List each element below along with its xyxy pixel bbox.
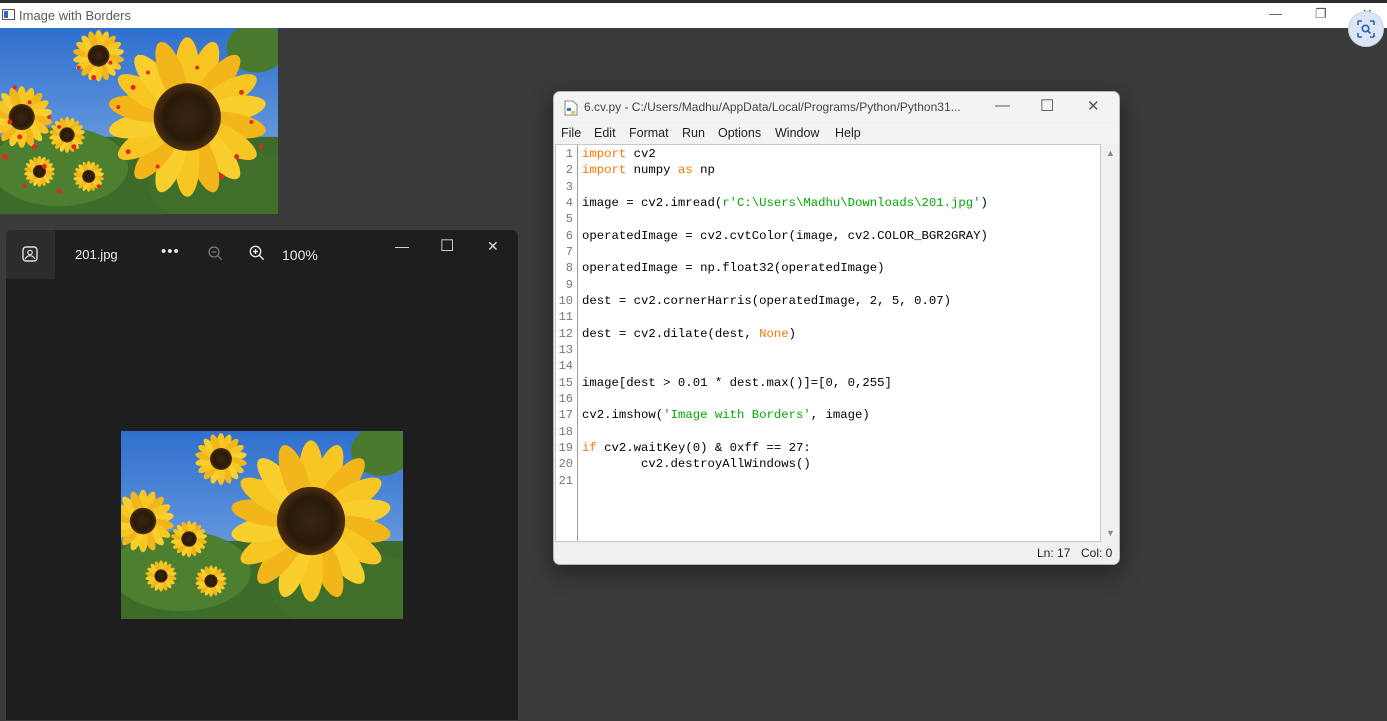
code-line: image = cv2.imread(r'C:\Users\Madhu\Down… <box>582 196 988 210</box>
menu-edit[interactable]: Edit <box>594 126 616 140</box>
code-text: dest = cv2.dilate(dest, <box>582 327 760 341</box>
photos-viewer-window: 201.jpg ••• 100% — ☐ ✕ <box>5 229 519 721</box>
cv-window-title: Image with Borders <box>19 8 131 23</box>
idle-titlebar[interactable]: 6.cv.py - C:/Users/Madhu/AppData/Local/P… <box>554 92 1119 122</box>
photos-close-button[interactable]: ✕ <box>487 238 499 255</box>
gallery-button[interactable] <box>6 230 55 279</box>
idle-editor-window: 6.cv.py - C:/Users/Madhu/AppData/Local/P… <box>553 91 1120 565</box>
idle-close-button[interactable]: ✕ <box>1087 97 1100 115</box>
line-number: 20 <box>558 457 573 471</box>
line-number: 11 <box>558 310 573 324</box>
code-text: cv2.waitKey(0) & 0xff == 27: <box>596 441 811 455</box>
idle-minimize-button[interactable]: — <box>995 97 1010 114</box>
line-number: 2 <box>565 163 573 177</box>
code-keyword: import <box>582 163 627 177</box>
vertical-scrollbar[interactable]: ▲ ▼ <box>1102 144 1118 542</box>
code-line: cv2.destroyAllWindows() <box>582 457 811 471</box>
code-line: image[dest > 0.01 * dest.max()]=[0, 0,25… <box>582 376 892 390</box>
lens-button[interactable] <box>1348 11 1384 47</box>
menu-window[interactable]: Window <box>775 126 819 140</box>
python-file-icon <box>564 100 578 116</box>
code-line: dest = cv2.dilate(dest, None) <box>582 327 796 341</box>
line-number: 6 <box>565 229 573 243</box>
code-text: image = cv2.imread( <box>582 196 723 210</box>
code-line: import numpy as np <box>582 163 715 177</box>
code-text: ) <box>788 327 797 341</box>
line-number: 19 <box>558 441 573 455</box>
code-text: numpy <box>626 163 678 177</box>
code-line: cv2.imshow('Image with Borders', image) <box>582 408 870 422</box>
code-line: if cv2.waitKey(0) & 0xff == 27: <box>582 441 811 455</box>
code-keyword: as <box>677 163 693 177</box>
line-number: 7 <box>565 245 573 259</box>
line-number: 5 <box>565 212 573 226</box>
app-icon <box>2 9 15 20</box>
status-column: Col: 0 <box>1081 546 1113 560</box>
menu-format[interactable]: Format <box>629 126 669 140</box>
zoom-level[interactable]: 100% <box>282 247 318 263</box>
line-number: 13 <box>558 343 573 357</box>
line-number: 14 <box>558 359 573 373</box>
menu-run[interactable]: Run <box>682 126 705 140</box>
code-line: operatedImage = np.float32(operatedImage… <box>582 261 885 275</box>
code-keyword: None <box>759 327 789 341</box>
cv-minimize-button[interactable]: — <box>1269 6 1282 21</box>
status-line: Ln: 17 <box>1037 546 1071 560</box>
idle-statusbar: Ln: 17 Col: 0 <box>554 543 1119 563</box>
photos-filename: 201.jpg <box>75 247 118 262</box>
code-text: np <box>692 163 715 177</box>
line-number: 16 <box>558 392 573 406</box>
code-string: 'Image with Borders' <box>663 408 811 422</box>
gallery-icon <box>22 246 38 262</box>
code-line: dest = cv2.cornerHarris(operatedImage, 2… <box>582 294 951 308</box>
scroll-up-icon[interactable]: ▲ <box>1106 148 1115 158</box>
code-editor[interactable]: 1 2 3 4 5 6 7 8 9 10 11 12 13 14 15 16 1… <box>555 144 1101 542</box>
code-text: cv2.imshow( <box>582 408 664 422</box>
code-line: import cv2 <box>582 147 656 161</box>
zoom-out-button[interactable] <box>208 246 223 266</box>
line-number: 9 <box>565 278 573 292</box>
line-number: 8 <box>565 261 573 275</box>
idle-menubar: File Edit Format Run Options Window Help <box>554 123 1119 145</box>
line-number: 15 <box>558 376 573 390</box>
cv-window-titlebar[interactable]: Image with Borders — ❐ ✕ <box>0 0 1387 28</box>
harris-corners-image <box>0 28 278 214</box>
menu-options[interactable]: Options <box>718 126 761 140</box>
photos-toolbar: 201.jpg ••• 100% — ☐ ✕ <box>6 230 518 280</box>
zoom-out-icon <box>208 246 223 261</box>
line-number: 4 <box>565 196 573 210</box>
lens-icon <box>1357 20 1375 38</box>
zoom-in-button[interactable] <box>249 245 265 266</box>
photos-minimize-button[interactable]: — <box>395 238 409 254</box>
menu-file[interactable]: File <box>561 126 581 140</box>
code-line: operatedImage = cv2.cvtColor(image, cv2.… <box>582 229 988 243</box>
line-number: 18 <box>558 425 573 439</box>
more-options-button[interactable]: ••• <box>161 243 180 260</box>
line-number: 1 <box>565 147 573 161</box>
cv-restore-button[interactable]: ❐ <box>1315 6 1327 22</box>
menu-help[interactable]: Help <box>835 126 861 140</box>
zoom-in-icon <box>249 245 265 261</box>
photos-maximize-button[interactable]: ☐ <box>440 236 454 256</box>
line-number: 12 <box>558 327 573 341</box>
original-image <box>121 431 403 619</box>
line-number: 21 <box>558 474 573 488</box>
code-keyword: import <box>582 147 627 161</box>
line-number: 10 <box>558 294 573 308</box>
code-keyword: if <box>582 441 597 455</box>
line-number-gutter: 1 2 3 4 5 6 7 8 9 10 11 12 13 14 15 16 1… <box>556 145 578 541</box>
code-text: , image) <box>810 408 870 422</box>
line-number: 17 <box>558 408 573 422</box>
code-text: cv2 <box>626 147 656 161</box>
code-string: r'C:\Users\Madhu\Downloads\201.jpg' <box>722 196 981 210</box>
code-text: ) <box>980 196 988 210</box>
line-number: 3 <box>565 180 573 194</box>
idle-window-title: 6.cv.py - C:/Users/Madhu/AppData/Local/P… <box>584 100 961 114</box>
idle-maximize-button[interactable]: ☐ <box>1040 96 1054 116</box>
scroll-down-icon[interactable]: ▼ <box>1106 528 1115 538</box>
